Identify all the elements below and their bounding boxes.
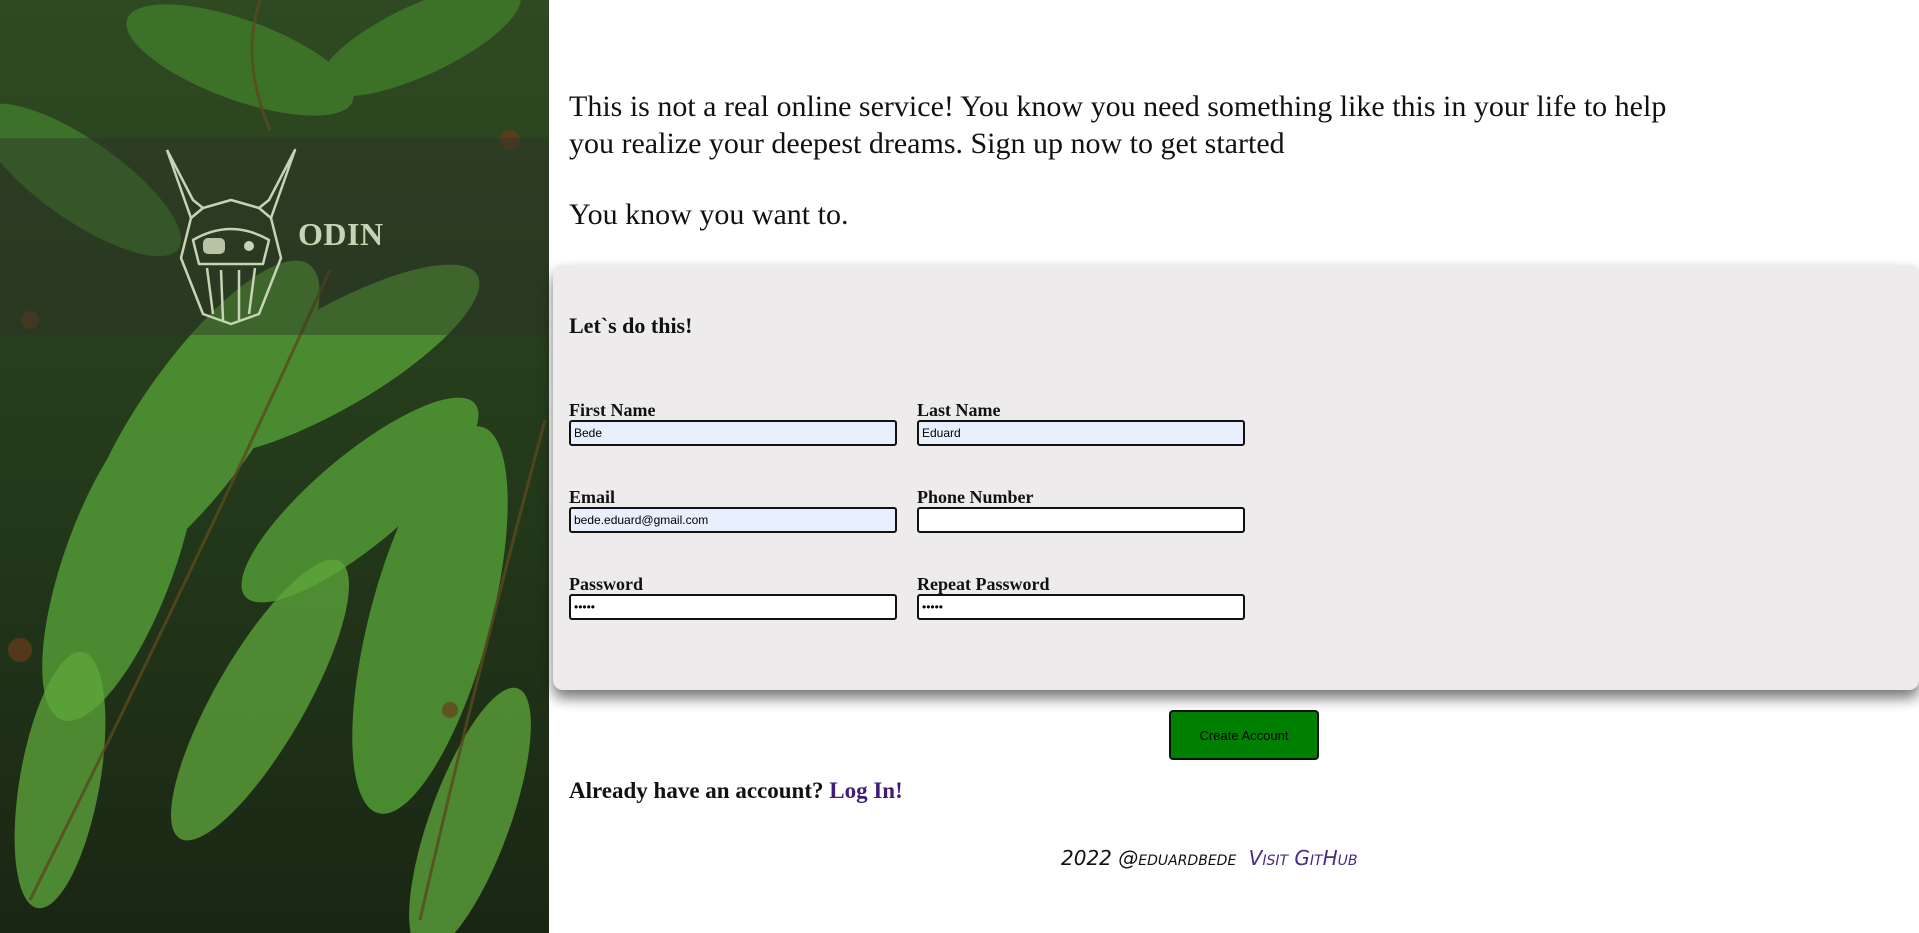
- password-field: Password: [569, 574, 897, 620]
- last-name-label: Last Name: [917, 400, 1001, 420]
- phone-input[interactable]: [917, 507, 1245, 533]
- phone-field: Phone Number: [917, 487, 1245, 533]
- logo-text: ODIN: [298, 216, 384, 252]
- intro-tagline: You know you want to.: [569, 198, 849, 231]
- password-input[interactable]: [569, 594, 897, 620]
- repeat-password-field: Repeat Password: [917, 574, 1245, 620]
- github-link[interactable]: Visit GitHub: [1249, 846, 1358, 870]
- first-name-input[interactable]: [569, 420, 897, 446]
- login-link[interactable]: Log In!: [829, 778, 903, 803]
- repeat-password-label: Repeat Password: [917, 574, 1050, 594]
- first-name-field: First Name: [569, 400, 897, 446]
- login-prompt-text: Already have an account?: [569, 778, 824, 803]
- first-name-label: First Name: [569, 400, 656, 420]
- login-prompt: Already have an account? Log In!: [569, 778, 903, 804]
- main-content: This is not a real online service! You k…: [549, 0, 1919, 933]
- last-name-input[interactable]: [917, 420, 1245, 446]
- fern-background-panel: ODIN: [0, 0, 549, 933]
- odin-viking-head-icon: [165, 148, 297, 326]
- intro-text: This is not a real online service! You k…: [569, 90, 1667, 160]
- footer: 2022 @eduardbede Visit GitHub: [1061, 846, 1357, 870]
- footer-copyright: 2022 @eduardbede: [1061, 846, 1237, 870]
- signup-form-card: Let`s do this! First Name Last Name Emai…: [553, 265, 1919, 690]
- email-label: Email: [569, 487, 616, 507]
- create-account-button[interactable]: Create Account: [1169, 710, 1319, 760]
- form-heading: Let`s do this!: [569, 313, 693, 338]
- phone-label: Phone Number: [917, 487, 1034, 507]
- repeat-password-input[interactable]: [917, 594, 1245, 620]
- email-field: Email: [569, 487, 897, 533]
- signup-page: ODIN This is not a real online service! …: [0, 0, 1919, 933]
- email-input[interactable]: [569, 507, 897, 533]
- password-label: Password: [569, 574, 644, 594]
- last-name-field: Last Name: [917, 400, 1245, 446]
